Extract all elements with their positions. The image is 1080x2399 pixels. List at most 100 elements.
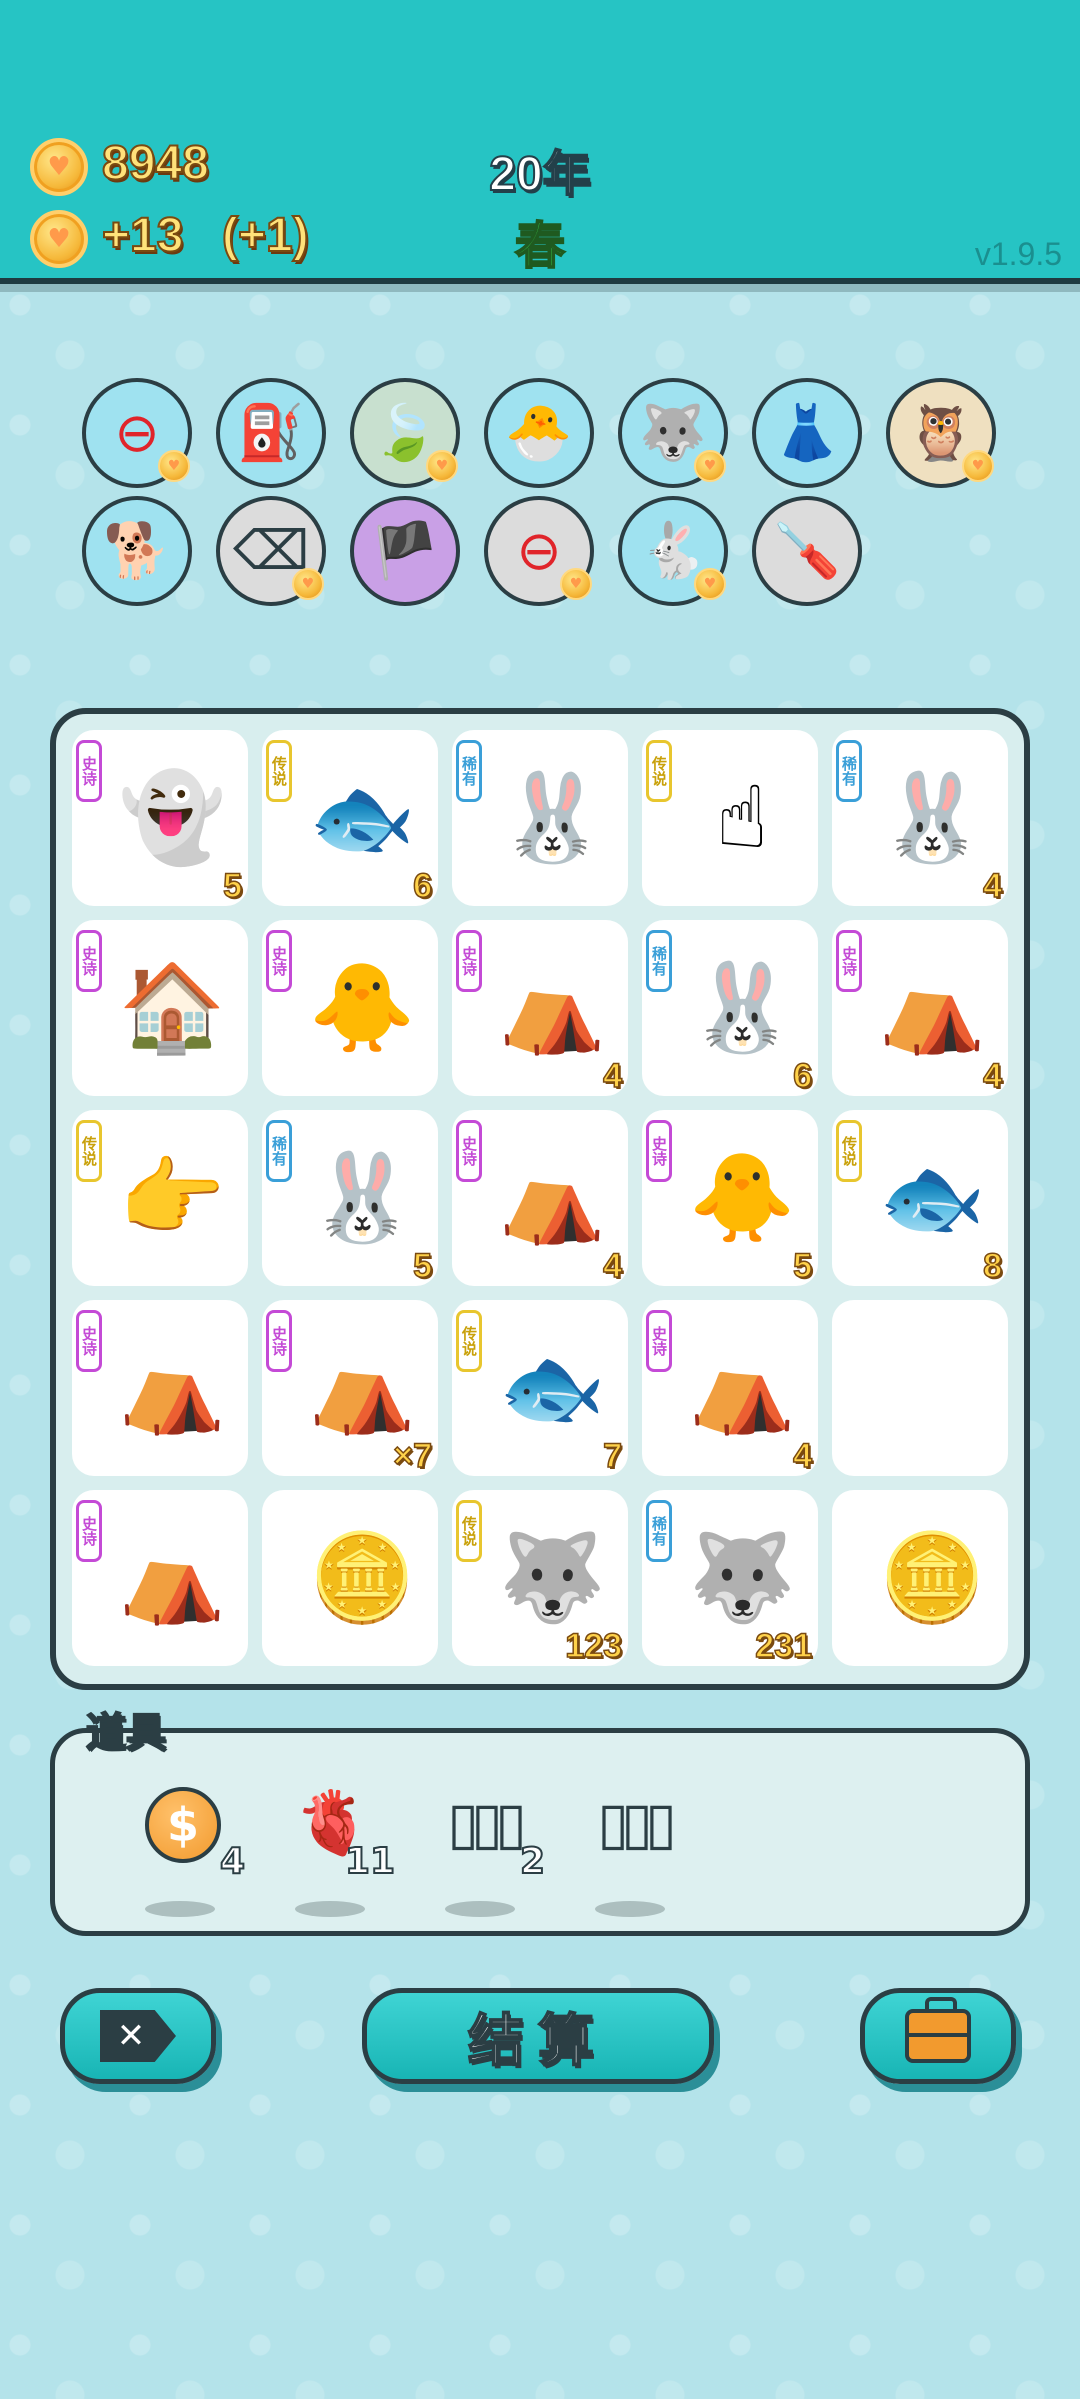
- slot-count: 6: [792, 1056, 812, 1096]
- board-slot[interactable]: 史诗 🐥: [262, 920, 438, 1096]
- briefcase-icon: [905, 1997, 971, 2063]
- rarity-tag: 稀有: [266, 1120, 292, 1182]
- coin-total: 8948: [101, 136, 210, 191]
- board-slot[interactable]: 稀有 🐺 231: [642, 1490, 818, 1666]
- mini-coin-icon: ♥: [158, 450, 190, 482]
- rarity-tag: 稀有: [836, 740, 862, 802]
- prop-item[interactable]: ▯▯▯: [565, 1773, 695, 1923]
- board-slot[interactable]: 史诗 ⛺: [72, 1490, 248, 1666]
- board-slot[interactable]: 传说 🐟 7: [452, 1300, 628, 1476]
- board-slot[interactable]: 传说 🐟 6: [262, 730, 438, 906]
- dollar-coin-icon: $: [145, 1787, 221, 1863]
- slot-count: 231: [755, 1626, 813, 1666]
- board-slot[interactable]: 史诗 👻 5: [72, 730, 248, 906]
- slot-count: 4: [602, 1246, 622, 1286]
- item-glyph: ⊖: [516, 519, 562, 582]
- mini-coin-icon: ♥: [962, 450, 994, 482]
- rarity-tag: 史诗: [646, 1120, 672, 1182]
- board-slot[interactable]: 史诗 ⛺ 4: [452, 920, 628, 1096]
- prop-shadow: [445, 1901, 515, 1917]
- koi-fish-icon: 🐟: [498, 1338, 606, 1438]
- board-slot[interactable]: 史诗 ⛺: [72, 1300, 248, 1476]
- prop-quantity: 11: [344, 1840, 396, 1883]
- prop-item[interactable]: $4: [115, 1773, 246, 1923]
- prop-quantity: 2: [519, 1840, 546, 1883]
- eye-patch-icon[interactable]: 🏴: [350, 496, 460, 606]
- empty-slots-icon: ▯▯▯: [447, 1789, 527, 1857]
- settle-button[interactable]: 结算: [362, 1988, 714, 2084]
- prop-item[interactable]: 🫀 11: [265, 1773, 396, 1923]
- skirt-icon[interactable]: 👗: [752, 378, 862, 488]
- rarity-tag: 传说: [456, 1310, 482, 1372]
- rarity-tag: 传说: [646, 740, 672, 802]
- board-slot[interactable]: 稀有 🐰 5: [262, 1110, 438, 1286]
- board-slot[interactable]: 🪙: [832, 1490, 1008, 1666]
- slot-count: 6: [412, 866, 432, 906]
- board-slot[interactable]: 传说 🐟 8: [832, 1110, 1008, 1286]
- board-slot[interactable]: 传说 👉: [72, 1110, 248, 1286]
- board-slot[interactable]: 传说 🐺 123: [452, 1490, 628, 1666]
- item-glyph: 🏴: [371, 519, 439, 582]
- income-coin-icon: ♥: [30, 210, 88, 268]
- board-slot[interactable]: 史诗 ⛺ 4: [832, 920, 1008, 1096]
- coin-burst-icon: 🪙: [308, 1528, 416, 1628]
- item-glyph: 🦉: [907, 401, 975, 464]
- slot-count: 5: [412, 1246, 432, 1286]
- air-pump-icon[interactable]: ⛽: [216, 378, 326, 488]
- grandpa-bird-icon: 🐥: [308, 958, 416, 1058]
- slot-board: 史诗 👻 5 传说 🐟 6 稀有 🐰 传说 ☝ 稀有 🐰 4 史诗 🏠 史诗 🐥 史诗 ⛺ 4 稀有 🐰 6 史诗 ⛺ 4 传说 👉 稀…: [50, 708, 1030, 1690]
- ghost-icon: 👻: [118, 768, 226, 868]
- version-label: v1.9.5: [974, 236, 1062, 272]
- rarity-tag: 史诗: [836, 930, 862, 992]
- rarity-tag: 传说: [836, 1120, 862, 1182]
- rarity-tag: 史诗: [76, 1310, 102, 1372]
- mini-coin-icon: ♥: [694, 568, 726, 600]
- shiba-dog-icon[interactable]: 🐕: [82, 496, 192, 606]
- minus-circle-icon[interactable]: ⊖ ♥: [484, 496, 594, 606]
- slot-count: 4: [792, 1436, 812, 1476]
- husky-icon[interactable]: 🐺 ♥: [618, 378, 728, 488]
- rarity-tag: 稀有: [646, 1500, 672, 1562]
- props-title: 道具: [85, 1709, 167, 1757]
- remove-tag-icon[interactable]: ⌫ ♥: [216, 496, 326, 606]
- minus-circle-icon[interactable]: ⊖ ♥: [82, 378, 192, 488]
- prop-shadow: [295, 1901, 365, 1917]
- board-slot[interactable]: 史诗 🏠: [72, 920, 248, 1096]
- board-slot[interactable]: 史诗 ⛺ 4: [642, 1300, 818, 1476]
- rabbit-tent-icon: ⛺: [688, 1338, 796, 1438]
- inventory-bag-button[interactable]: [860, 1988, 1016, 2084]
- rarity-tag: 史诗: [456, 930, 482, 992]
- board-slot[interactable]: 稀有 🐰: [452, 730, 628, 906]
- item-glyph: 🪛: [773, 519, 841, 582]
- mini-coin-icon: ♥: [426, 450, 458, 482]
- board-slot[interactable]: 史诗 ⛺ 4: [452, 1110, 628, 1286]
- screwdriver-icon[interactable]: 🪛: [752, 496, 862, 606]
- white-rabbit-icon[interactable]: 🐇 ♥: [618, 496, 728, 606]
- item-glyph: 🐕: [103, 519, 171, 582]
- item-glyph: 🐣: [505, 401, 573, 464]
- owl-pair-icon[interactable]: 🦉 ♥: [886, 378, 996, 488]
- koi-fish-icon: 🐟: [878, 1148, 986, 1248]
- chick-egg-icon[interactable]: 🐣: [484, 378, 594, 488]
- pointing-hand-icon: ☝: [715, 768, 769, 868]
- leaf-icon[interactable]: 🍃 ♥: [350, 378, 460, 488]
- board-slot[interactable]: 史诗 🐥 5: [642, 1110, 818, 1286]
- board-slot[interactable]: [832, 1300, 1008, 1476]
- board-slot[interactable]: 传说 ☝: [642, 730, 818, 906]
- koi-fish-icon: 🐟: [308, 768, 416, 868]
- slot-count: 7: [602, 1436, 622, 1476]
- prop-shadow: [595, 1901, 665, 1917]
- board-slot[interactable]: 🪙: [262, 1490, 438, 1666]
- rabbit-tent-icon: ⛺: [878, 958, 986, 1058]
- item-glyph: ⛽: [237, 401, 305, 464]
- discard-button[interactable]: ✕: [60, 1988, 216, 2084]
- board-slot[interactable]: 稀有 🐰 6: [642, 920, 818, 1096]
- board-slot[interactable]: 史诗 ⛺ ×7: [262, 1300, 438, 1476]
- item-glyph: 🍃: [371, 401, 439, 464]
- prop-item[interactable]: ▯▯▯ 2: [415, 1773, 546, 1923]
- prop-shadow: [145, 1901, 215, 1917]
- slot-count: 8: [982, 1246, 1002, 1286]
- rabbit-icon: 🐰: [688, 958, 796, 1058]
- board-slot[interactable]: 稀有 🐰 4: [832, 730, 1008, 906]
- rarity-tag: 史诗: [76, 740, 102, 802]
